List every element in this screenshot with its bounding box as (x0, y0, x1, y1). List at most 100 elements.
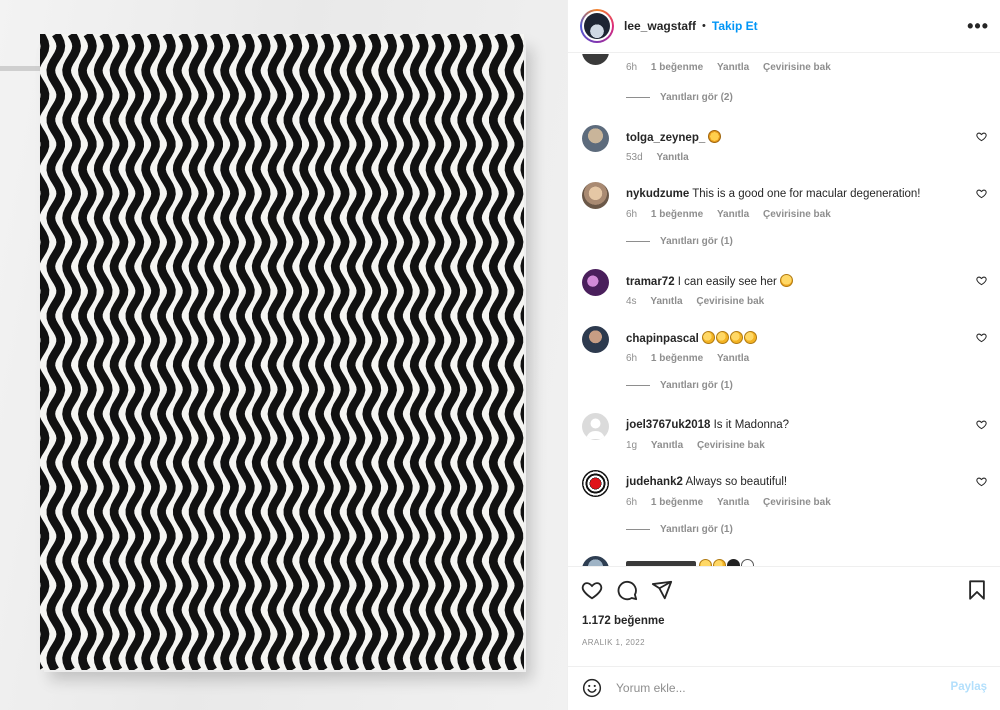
comment-likes[interactable]: 1 beğenme (651, 62, 703, 73)
commenter-avatar[interactable] (582, 470, 609, 497)
reply-button[interactable]: Yanıtla (651, 440, 683, 451)
commenter-avatar[interactable] (582, 556, 609, 566)
commenter-avatar[interactable] (582, 269, 609, 296)
like-comment-heart-icon[interactable] (976, 332, 987, 343)
comment-text: nykudzume This is a good one for macular… (626, 187, 956, 201)
reply-button[interactable]: Yanıtla (650, 296, 682, 307)
translate-button[interactable]: Çevirisine bak (697, 440, 765, 451)
commenter-avatar[interactable] (582, 125, 609, 152)
comment-time[interactable]: 53d (626, 152, 643, 163)
commenter-avatar[interactable] (582, 54, 609, 65)
commenter-username[interactable]: tramar72 (626, 276, 675, 288)
stripe (409, 34, 429, 670)
stripe (172, 34, 192, 670)
post-media[interactable] (0, 0, 567, 710)
add-comment-bar: Paylaş (568, 666, 1000, 710)
more-icon[interactable]: ••• (967, 17, 989, 35)
stripe (109, 34, 129, 670)
comment-input[interactable] (616, 677, 926, 699)
comment-meta: 6h 1 beğenme Yanıtla (626, 353, 760, 364)
view-replies-button[interactable]: Yanıtları gör (2) (626, 92, 733, 103)
emoji-icon[interactable] (582, 678, 602, 698)
reply-button[interactable]: Yanıtla (717, 209, 749, 220)
view-replies-button[interactable]: Yanıtları gör (1) (626, 380, 733, 391)
translate-button[interactable]: Çevirisine bak (763, 497, 831, 508)
comment-item: joel3767uk2018 Is it Madonna? 1g Yanıtla… (582, 413, 987, 453)
like-comment-heart-icon[interactable] (976, 275, 987, 286)
view-replies-label: Yanıtları gör (2) (660, 92, 733, 103)
post-panel: lee_wagstaff • Takip Et ••• 6h 1 beğenme… (567, 0, 1000, 710)
view-replies-label: Yanıtları gör (1) (660, 236, 733, 247)
default-avatar-icon (586, 418, 605, 439)
comment-time[interactable]: 6h (626, 62, 637, 73)
comment-time[interactable]: 1g (626, 440, 637, 451)
reply-button[interactable]: Yanıtla (717, 62, 749, 73)
clap-emoji-icon (730, 331, 744, 344)
comment-item: judehank2 Always so beautiful! 6h 1 beğe… (582, 470, 987, 510)
stripe (62, 34, 82, 670)
commenter-avatar[interactable] (582, 326, 609, 353)
like-count[interactable]: 1.172 beğenme (582, 615, 664, 627)
comment-likes[interactable]: 1 beğenme (651, 497, 703, 508)
comment-time[interactable]: 6h (626, 209, 637, 220)
author-username[interactable]: lee_wagstaff (624, 19, 696, 33)
comment-text: joel3767uk2018 Is it Madonna? (626, 418, 956, 432)
commenter-username[interactable]: nykudzume (626, 188, 689, 200)
view-replies-button[interactable]: Yanıtları gör (1) (626, 236, 733, 247)
bookmark-icon[interactable] (966, 579, 988, 601)
translate-button[interactable]: Çevirisine bak (763, 62, 831, 73)
commenter-username[interactable]: tolga_zeynep_ (626, 132, 705, 144)
header-separator: • (702, 20, 706, 32)
view-replies-button[interactable]: Yanıtları gör (1) (626, 524, 733, 535)
like-comment-heart-icon[interactable] (976, 419, 987, 430)
stripe (425, 34, 445, 670)
comment-likes[interactable]: 1 beğenme (651, 209, 703, 220)
commenter-avatar[interactable] (582, 182, 609, 209)
comment-meta: 1g Yanıtla Çevirisine bak (626, 440, 776, 451)
black-heart-emoji-icon (727, 559, 741, 566)
comment-item: tolga_zeynep_ 53d Yanıtla (582, 125, 987, 165)
like-comment-heart-icon[interactable] (976, 476, 987, 487)
translate-button[interactable]: Çevirisine bak (763, 209, 831, 220)
share-icon[interactable] (651, 579, 673, 601)
stripe (267, 34, 287, 670)
comment-item: 6h 1 beğenme Yanıtla Çevirisine bak (582, 54, 987, 74)
stripe (141, 34, 161, 670)
commenter-username[interactable]: chapinpascal (626, 333, 699, 345)
comment-time[interactable]: 6h (626, 497, 637, 508)
post-comment-button[interactable]: Paylaş (951, 681, 987, 693)
like-comment-heart-icon[interactable] (976, 131, 987, 142)
commenter-avatar[interactable] (582, 413, 609, 440)
view-replies-label: Yanıtları gör (1) (660, 380, 733, 391)
comments-list[interactable]: 6h 1 beğenme Yanıtla Çevirisine bak Yanı… (568, 54, 1000, 566)
commenter-username[interactable]: joel3767uk2018 (626, 419, 710, 431)
post-date[interactable]: ARALIK 1, 2022 (582, 638, 645, 647)
stripe (235, 34, 255, 670)
comment-time[interactable]: 4s (626, 296, 637, 307)
follow-button[interactable]: Takip Et (712, 19, 758, 33)
stripe (472, 34, 492, 670)
comment-body: I can easily see her (677, 276, 777, 288)
author-avatar[interactable] (580, 9, 614, 43)
stripe (156, 34, 176, 670)
comment-text: judehank2 Always so beautiful! (626, 475, 956, 489)
reply-button[interactable]: Yanıtla (717, 497, 749, 508)
commenter-username[interactable]: judehank2 (626, 476, 683, 488)
stripe (204, 34, 224, 670)
translate-button[interactable]: Çevirisine bak (696, 296, 764, 307)
comment-text: chapinpascal (626, 331, 956, 346)
comment-likes[interactable]: 1 beğenme (651, 353, 703, 364)
reply-button[interactable]: Yanıtla (717, 353, 749, 364)
comment-body: Always so beautiful! (685, 476, 788, 488)
wall-mark (0, 66, 42, 71)
emoji-icon (699, 559, 713, 566)
comment-text (626, 559, 956, 566)
comment-icon[interactable] (616, 579, 638, 601)
heart-icon[interactable] (581, 579, 603, 601)
reply-button[interactable]: Yanıtla (656, 152, 688, 163)
post-actions: 1.172 beğenme ARALIK 1, 2022 (568, 566, 1000, 666)
comment-time[interactable]: 6h (626, 353, 637, 364)
op-art-painting (40, 34, 524, 670)
like-comment-heart-icon[interactable] (976, 188, 987, 199)
stripe (330, 34, 350, 670)
